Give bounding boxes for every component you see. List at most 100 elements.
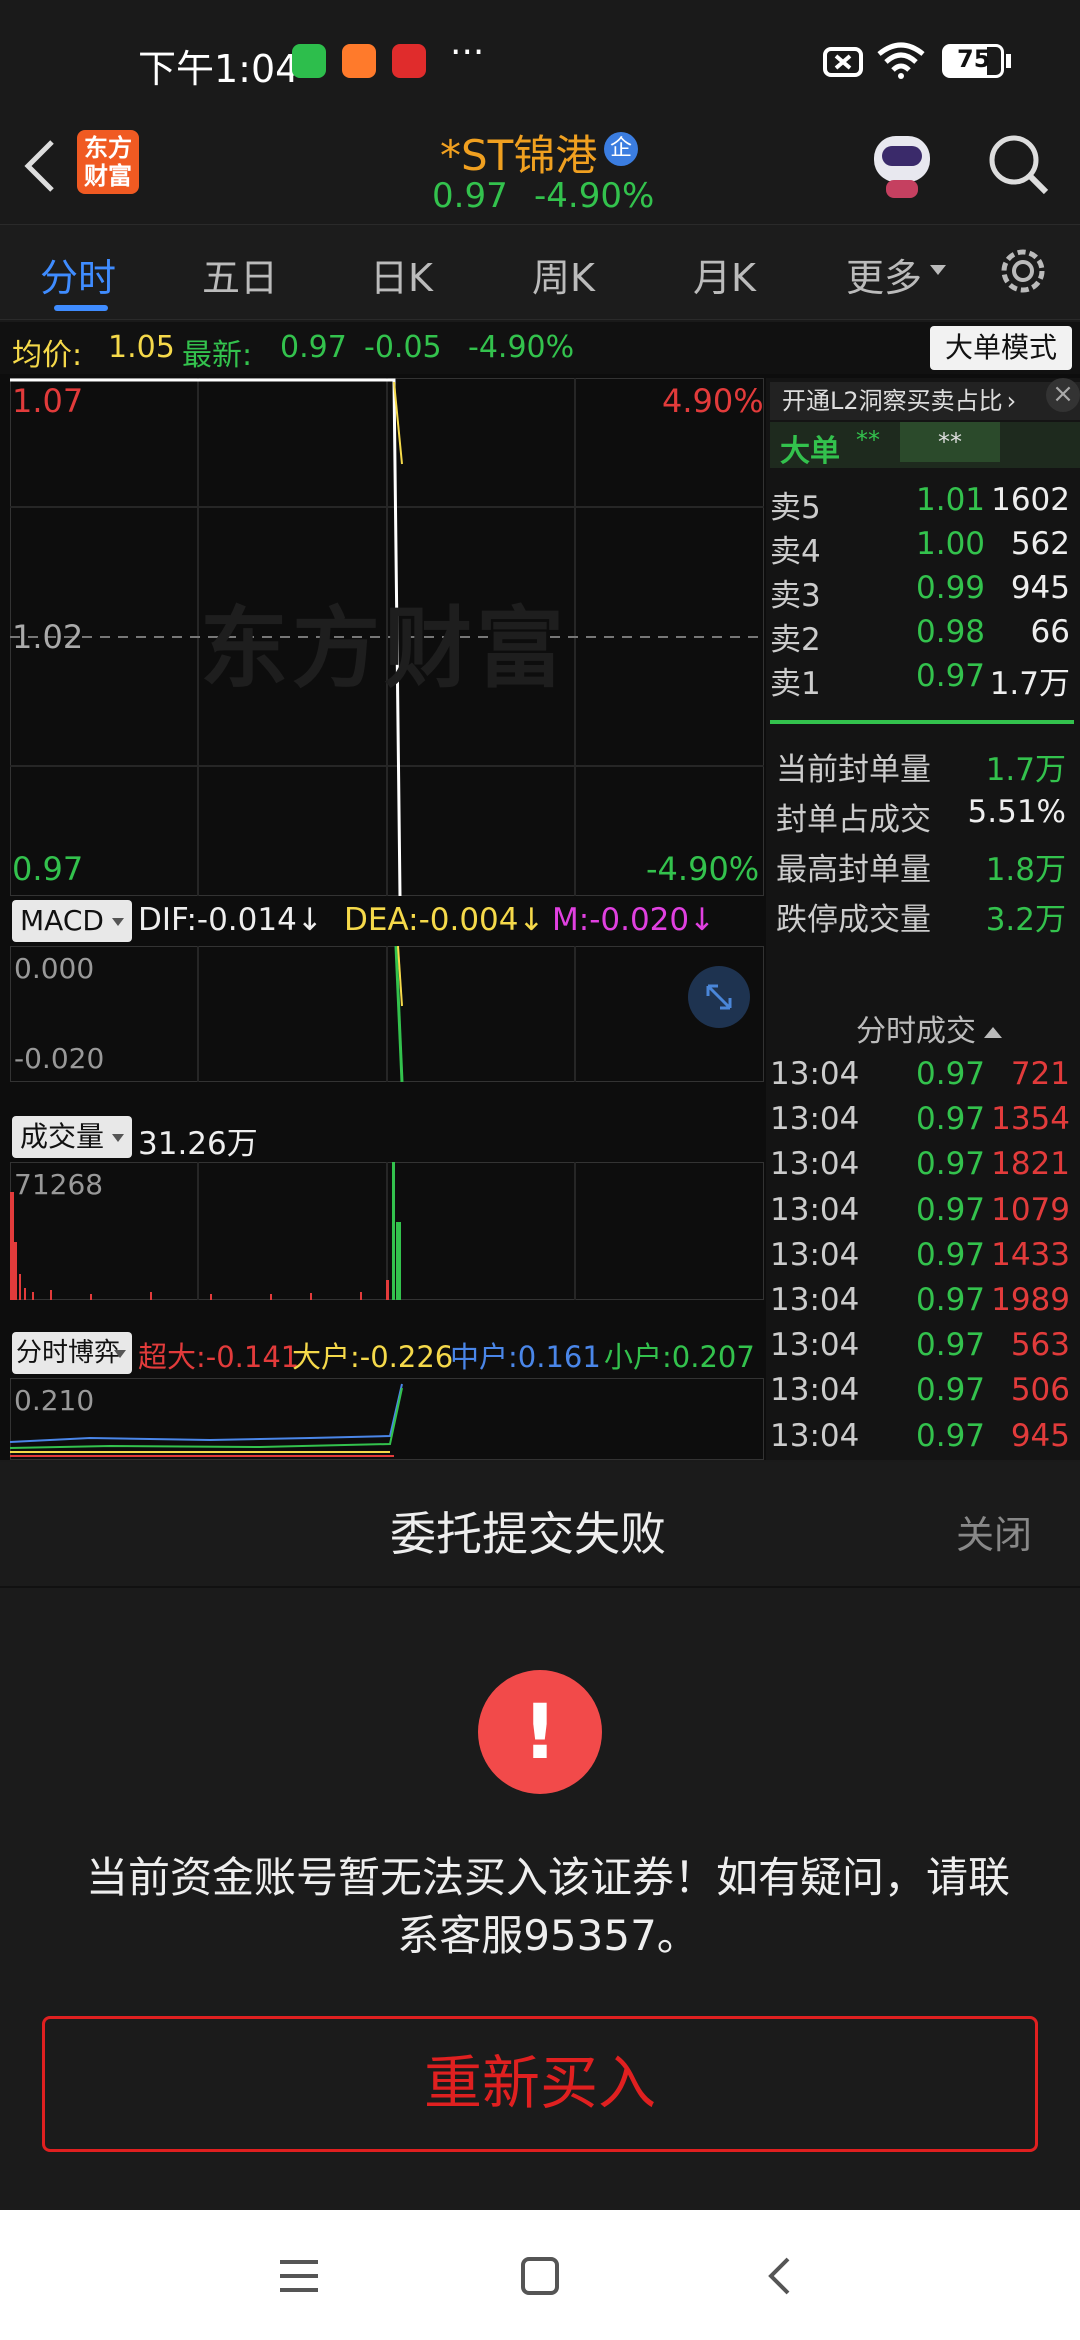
tab-active-indicator — [54, 305, 108, 311]
l2-link-label: 开通L2洞察买卖占比 — [782, 387, 1003, 415]
tick-volume: 506 — [1010, 1372, 1070, 1409]
rebuy-button-label: 重新买入 — [423, 2049, 656, 2117]
header-change-pct: -4.90% — [534, 176, 655, 216]
big-order-value-1: ** — [856, 426, 880, 454]
robot-assistant-icon[interactable] — [866, 130, 938, 202]
tick-volume: 1079 — [991, 1191, 1070, 1228]
stat-row: 当前封单量 1.7万 — [776, 744, 1080, 788]
ask-volume: 945 — [1010, 570, 1070, 606]
order-failed-sheet: 委托提交失败 关闭 ! 当前资金账号暂无法买入该证券！如有疑问，请联 系客服95… — [0, 1462, 1080, 2210]
stat-label: 跌停成交量 — [776, 902, 931, 938]
stock-name[interactable]: *ST锦港 — [440, 122, 597, 183]
game-large: 大户:-0.226 — [292, 1340, 454, 1374]
stat-row: 封单占成交 5.51% — [776, 794, 1080, 838]
volume-selector[interactable]: 成交量 — [12, 1116, 132, 1158]
back-nav-icon[interactable] — [766, 2256, 792, 2296]
capital-flow-chart[interactable] — [10, 1378, 764, 1460]
tick-price: 0.97 — [916, 1417, 986, 1454]
sheet-title: 委托提交失败 — [390, 1507, 666, 1561]
tick-volume: 721 — [1010, 1056, 1070, 1092]
avg-label: 均价: — [12, 338, 83, 373]
game-y-top: 0.210 — [14, 1384, 95, 1417]
tick-row: 13:04 0.97 563 — [770, 1327, 1076, 1371]
tick-price: 0.97 — [916, 1191, 986, 1228]
chevron-down-icon — [112, 918, 124, 926]
stat-value: 3.2万 — [985, 902, 1066, 938]
ticks-title-label: 分时成交 — [856, 1014, 976, 1049]
avg-value: 1.05 — [108, 330, 175, 365]
volume-y-top: 71268 — [14, 1168, 104, 1201]
chevron-down-icon — [112, 1134, 124, 1142]
stat-value: 5.51% — [967, 794, 1066, 830]
tick-row: 13:04 0.97 721 — [770, 1056, 1076, 1100]
l2-link[interactable]: 开通L2洞察买卖占比 › — [770, 382, 1080, 420]
close-icon[interactable]: × — [1046, 378, 1080, 412]
expand-icon[interactable] — [688, 966, 750, 1028]
macd-y-bottom: -0.020 — [14, 1042, 105, 1075]
search-icon[interactable] — [986, 132, 1050, 196]
tick-time: 13:04 — [770, 1056, 860, 1092]
ticks-title[interactable]: 分时成交 — [856, 1006, 1002, 1050]
ask-label: 卖4 — [770, 534, 821, 570]
tick-row: 13:04 0.97 945 — [770, 1418, 1076, 1462]
ask-price: 1.01 — [916, 482, 986, 518]
tab-weekly-k[interactable]: 周K — [532, 247, 595, 302]
tick-row: 13:04 0.97 1079 — [770, 1192, 1076, 1236]
ask-label: 卖1 — [770, 666, 821, 702]
battery-icon: 75 — [942, 44, 1004, 78]
tick-row: 13:04 0.97 1989 — [770, 1282, 1076, 1326]
gear-icon[interactable] — [997, 245, 1049, 297]
tick-time: 13:04 — [770, 1236, 860, 1273]
app-logo[interactable]: 东方财富 — [77, 130, 139, 194]
stat-value: 1.7万 — [985, 752, 1066, 788]
tick-time: 13:04 — [770, 1146, 860, 1183]
ask-volume: 562 — [1010, 526, 1070, 562]
ask-volume: 1602 — [991, 482, 1070, 518]
macd-dea: DEA:-0.004↓ — [344, 902, 545, 938]
tick-price: 0.97 — [916, 1056, 986, 1092]
tab-intraday[interactable]: 分时 — [40, 247, 116, 302]
ask-row[interactable]: 卖1 0.97 1.7万 — [770, 658, 1076, 702]
enterprise-badge-icon: 企 — [604, 132, 638, 166]
big-order-label: 大单 — [780, 434, 840, 469]
wechat-icon — [292, 44, 326, 78]
price-info-bar: 均价: 1.05 最新: 0.97 -0.05 -4.90% 大单模式 — [0, 322, 1080, 374]
tab-five-day[interactable]: 五日 — [202, 247, 278, 302]
volume-chart[interactable] — [10, 1162, 764, 1300]
menu-icon[interactable] — [278, 2258, 320, 2294]
game-super: 超大:-0.141 — [138, 1340, 300, 1374]
home-icon[interactable] — [520, 2256, 560, 2296]
volume-label: 成交量 — [20, 1120, 105, 1153]
rebuy-button[interactable]: 重新买入 — [42, 2016, 1038, 2152]
ask-row[interactable]: 卖3 0.99 945 — [770, 570, 1076, 614]
stat-row: 最高封单量 1.8万 — [776, 844, 1080, 888]
ask-price: 1.00 — [916, 526, 986, 562]
latest-label: 最新: — [182, 338, 253, 373]
tick-row: 13:04 0.97 506 — [770, 1372, 1076, 1416]
tick-price: 0.97 — [916, 1327, 986, 1364]
game-selector[interactable]: 分时博弈 — [12, 1332, 132, 1374]
y-axis-mid: 1.02 — [12, 618, 84, 656]
macd-m: M:-0.020↓ — [552, 902, 716, 938]
stat-label: 封单占成交 — [776, 802, 931, 838]
back-icon[interactable] — [22, 138, 58, 194]
macd-label: MACD — [20, 904, 104, 937]
tick-row: 13:04 0.97 1433 — [770, 1237, 1076, 1281]
game-medium: 中户:0.161 — [450, 1340, 601, 1374]
ask-label: 卖3 — [770, 578, 821, 614]
macd-dif: DIF:-0.014↓ — [138, 902, 323, 938]
macd-chart[interactable] — [10, 946, 764, 1082]
macd-selector[interactable]: MACD — [12, 900, 132, 942]
tick-time: 13:04 — [770, 1372, 860, 1409]
sheet-close-button[interactable]: 关闭 — [956, 1504, 1032, 1559]
more-notifications-icon: ··· — [450, 32, 485, 73]
ask-row[interactable]: 卖2 0.98 66 — [770, 614, 1076, 658]
ask-row[interactable]: 卖5 1.01 1602 — [770, 482, 1076, 526]
chevron-down-icon — [930, 265, 946, 275]
y-axis-top: 1.07 — [12, 382, 84, 420]
tab-more[interactable]: 更多 — [846, 247, 922, 302]
tab-daily-k[interactable]: 日K — [370, 247, 433, 302]
big-order-mode-button[interactable]: 大单模式 — [930, 326, 1072, 370]
tab-monthly-k[interactable]: 月K — [693, 247, 756, 302]
ask-row[interactable]: 卖4 1.00 562 — [770, 526, 1076, 570]
